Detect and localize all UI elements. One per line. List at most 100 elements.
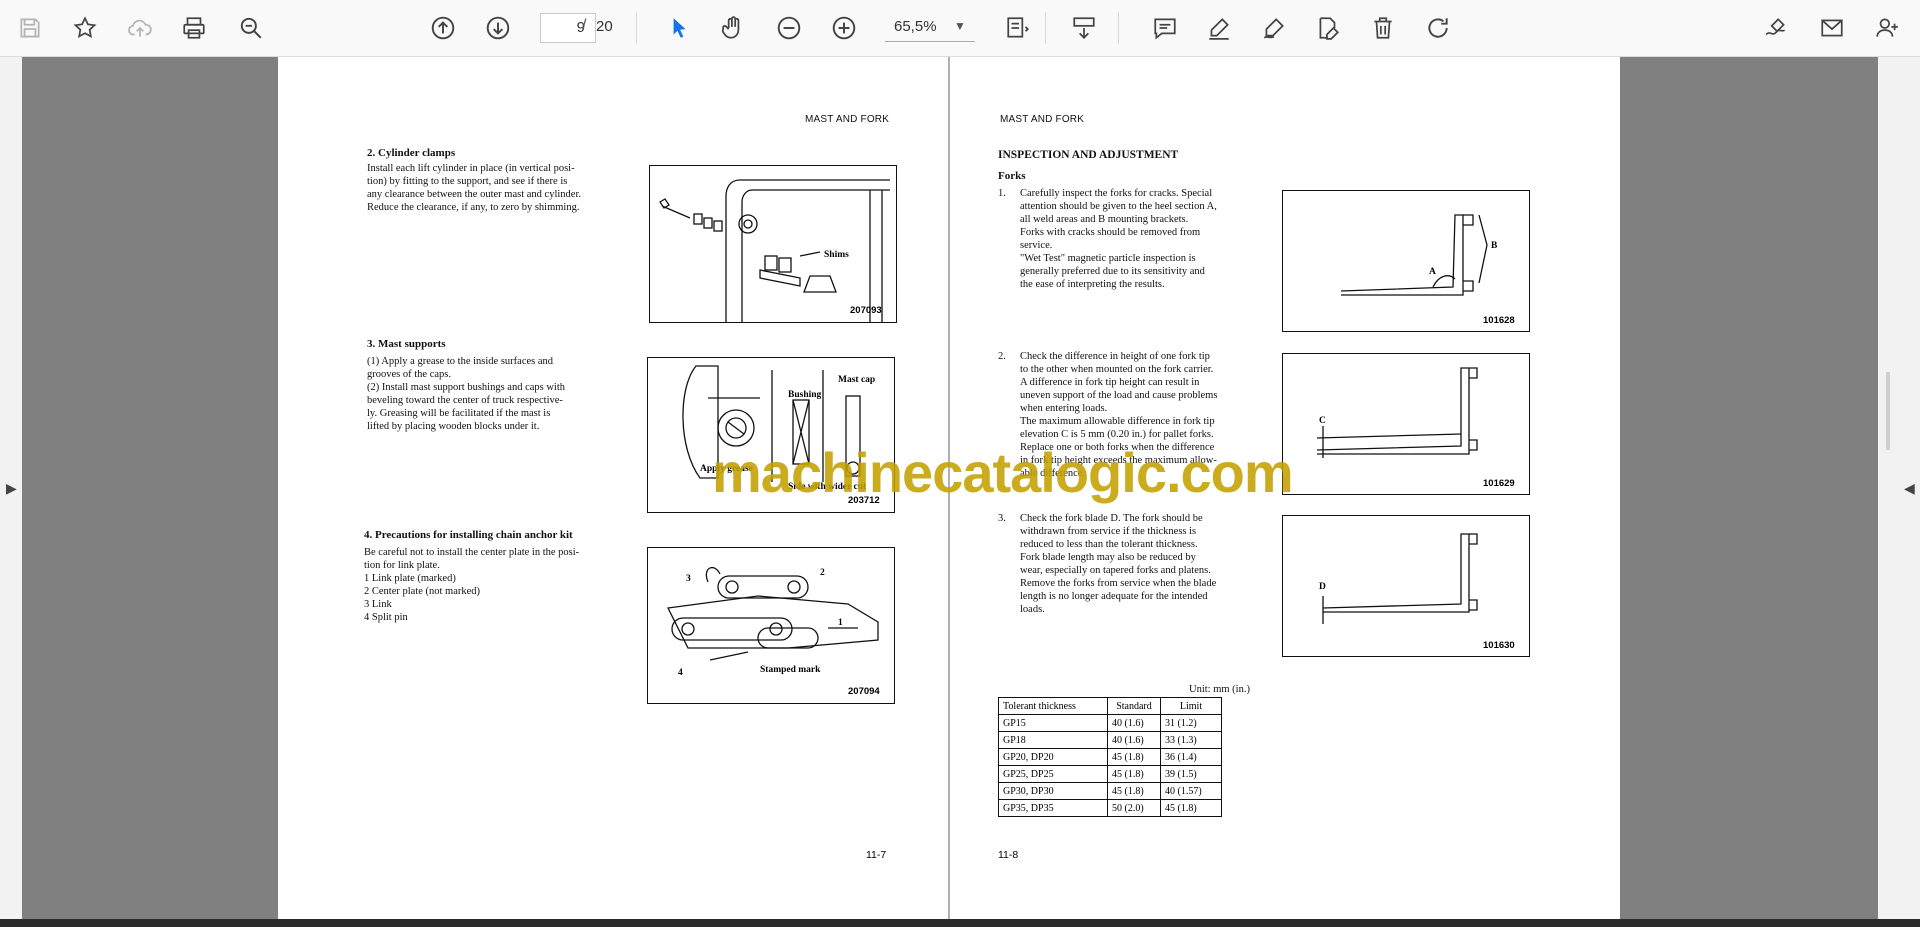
item-number: 3. bbox=[998, 513, 1006, 524]
expand-left-panel-icon[interactable]: ▶ bbox=[6, 480, 17, 497]
tolerance-table: Tolerant thickness Standard Limit GP15 4… bbox=[998, 697, 1222, 817]
figure-fork-tip-height: C 101629 bbox=[1282, 353, 1530, 495]
page-number-input[interactable]: 9 bbox=[540, 13, 596, 43]
table-cell: GP30, DP30 bbox=[998, 782, 1108, 800]
total-pages: 20 bbox=[596, 18, 613, 35]
zoom-out-icon[interactable] bbox=[771, 10, 807, 46]
item-body: Carefully inspect the forks for cracks. … bbox=[1020, 188, 1217, 290]
edit-document-icon[interactable] bbox=[1310, 10, 1346, 46]
figure-chain-anchor: 3 2 1 4 Stamped mark 207094 bbox=[647, 547, 895, 704]
expand-right-panel-icon[interactable]: ◀ bbox=[1904, 480, 1915, 497]
page-header: MAST AND FORK bbox=[805, 114, 890, 125]
callout-number: 4 bbox=[678, 668, 683, 678]
item-body: Check the fork blade D. The fork should … bbox=[1020, 513, 1217, 615]
table-row: GP35, DP35 50 (2.0) 45 (1.8) bbox=[998, 799, 1222, 817]
item-number: 2. bbox=[998, 351, 1006, 362]
table-cell: 33 (1.3) bbox=[1160, 731, 1222, 749]
hand-tool-icon[interactable] bbox=[715, 10, 751, 46]
section-body: Install each lift cylinder in place (in … bbox=[367, 163, 581, 213]
previous-page-icon[interactable] bbox=[425, 10, 461, 46]
figure-fork-blade: D 101630 bbox=[1282, 515, 1530, 657]
figure-number: 101630 bbox=[1483, 640, 1515, 651]
scroll-mode-icon[interactable] bbox=[1066, 10, 1102, 46]
table-cell: 45 (1.8) bbox=[1160, 799, 1222, 817]
figure-cylinder-clamps: Shims 207093 bbox=[649, 165, 897, 323]
figure-number: 207093 bbox=[850, 305, 882, 316]
zoom-out-search-icon[interactable] bbox=[233, 10, 269, 46]
table-cell: 40 (1.6) bbox=[1107, 731, 1161, 749]
unit-note: Unit: mm (in.) bbox=[1189, 684, 1250, 695]
vertical-scrollbar[interactable] bbox=[1886, 372, 1890, 450]
section-title: 3. Mast supports bbox=[367, 338, 446, 350]
share-user-icon[interactable] bbox=[1869, 10, 1905, 46]
page-title: INSPECTION AND ADJUSTMENT bbox=[998, 149, 1179, 161]
star-icon[interactable] bbox=[67, 10, 103, 46]
table-cell: GP15 bbox=[998, 714, 1108, 732]
section-body: Be careful not to install the center pla… bbox=[364, 547, 580, 623]
section-title: 4. Precautions for installing chain anch… bbox=[364, 529, 573, 541]
cloud-upload-icon[interactable] bbox=[122, 10, 158, 46]
save-icon[interactable] bbox=[12, 10, 48, 46]
email-icon[interactable] bbox=[1814, 10, 1850, 46]
next-page-icon[interactable] bbox=[480, 10, 516, 46]
callout-number: 2 bbox=[820, 568, 825, 578]
section-body: (1) Apply a grease to the inside surface… bbox=[367, 356, 566, 432]
figure-label: A bbox=[1429, 267, 1436, 277]
table-header-cell: Tolerant thickness bbox=[998, 697, 1108, 715]
table-header-cell: Standard bbox=[1107, 697, 1161, 715]
callout-number: 1 bbox=[838, 618, 843, 628]
page-fit-icon[interactable] bbox=[1000, 10, 1036, 46]
subsection-title: Forks bbox=[998, 170, 1026, 182]
watermark: machinecatalogic.com bbox=[712, 441, 1294, 504]
table-cell: 45 (1.8) bbox=[1107, 765, 1161, 783]
table-cell: GP25, DP25 bbox=[998, 765, 1108, 783]
page-header: MAST AND FORK bbox=[1000, 114, 1085, 125]
zoom-in-icon[interactable] bbox=[826, 10, 862, 46]
table-cell: GP20, DP20 bbox=[998, 748, 1108, 766]
table-cell: 45 (1.8) bbox=[1107, 782, 1161, 800]
table-cell: 36 (1.4) bbox=[1160, 748, 1222, 766]
page-footer: 11-8 bbox=[998, 849, 1019, 861]
figure-number: 101628 bbox=[1483, 315, 1515, 326]
callout-number: 3 bbox=[686, 574, 691, 584]
table-row: GP18 40 (1.6) 33 (1.3) bbox=[998, 731, 1222, 749]
draw-freehand-icon[interactable] bbox=[1256, 10, 1292, 46]
comment-icon[interactable] bbox=[1147, 10, 1183, 46]
figure-label: Bushing bbox=[788, 390, 822, 400]
toolbar: 9 / 20 65,5% ▼ bbox=[0, 0, 1920, 57]
figure-label: B bbox=[1491, 241, 1498, 251]
item-number: 1. bbox=[998, 188, 1006, 199]
table-cell: 50 (2.0) bbox=[1107, 799, 1161, 817]
table-header-row: Tolerant thickness Standard Limit bbox=[998, 697, 1222, 715]
figure-label: Mast cap bbox=[838, 375, 876, 385]
figure-label: C bbox=[1319, 416, 1326, 426]
table-cell: 39 (1.5) bbox=[1160, 765, 1222, 783]
figure-number: 101629 bbox=[1483, 478, 1515, 489]
section-title: 2. Cylinder clamps bbox=[367, 147, 456, 159]
table-header-cell: Limit bbox=[1160, 697, 1222, 715]
page-footer: 11-7 bbox=[866, 849, 887, 861]
bottom-bar bbox=[0, 919, 1920, 927]
select-cursor-icon[interactable] bbox=[661, 10, 697, 46]
print-icon[interactable] bbox=[176, 10, 212, 46]
figure-label: Shims bbox=[824, 250, 849, 260]
figure-label: D bbox=[1319, 582, 1326, 592]
table-row: GP30, DP30 45 (1.8) 40 (1.57) bbox=[998, 782, 1222, 800]
table-row: GP20, DP20 45 (1.8) 36 (1.4) bbox=[998, 748, 1222, 766]
table-row: GP15 40 (1.6) 31 (1.2) bbox=[998, 714, 1222, 732]
figure-number: 207094 bbox=[848, 686, 880, 697]
page-separator: / bbox=[582, 17, 587, 34]
table-cell: 40 (1.6) bbox=[1107, 714, 1161, 732]
fill-sign-icon[interactable] bbox=[1758, 10, 1794, 46]
table-cell: GP18 bbox=[998, 731, 1108, 749]
table-row: GP25, DP25 45 (1.8) 39 (1.5) bbox=[998, 765, 1222, 783]
figure-fork-cracks: A B 101628 bbox=[1282, 190, 1530, 332]
table-cell: 45 (1.8) bbox=[1107, 748, 1161, 766]
chevron-down-icon[interactable]: ▼ bbox=[950, 14, 970, 38]
delete-icon[interactable] bbox=[1365, 10, 1401, 46]
highlight-pen-icon[interactable] bbox=[1201, 10, 1237, 46]
table-cell: GP35, DP35 bbox=[998, 799, 1108, 817]
figure-label: Stamped mark bbox=[760, 665, 821, 675]
table-cell: 31 (1.2) bbox=[1160, 714, 1222, 732]
rotate-icon[interactable] bbox=[1420, 10, 1456, 46]
